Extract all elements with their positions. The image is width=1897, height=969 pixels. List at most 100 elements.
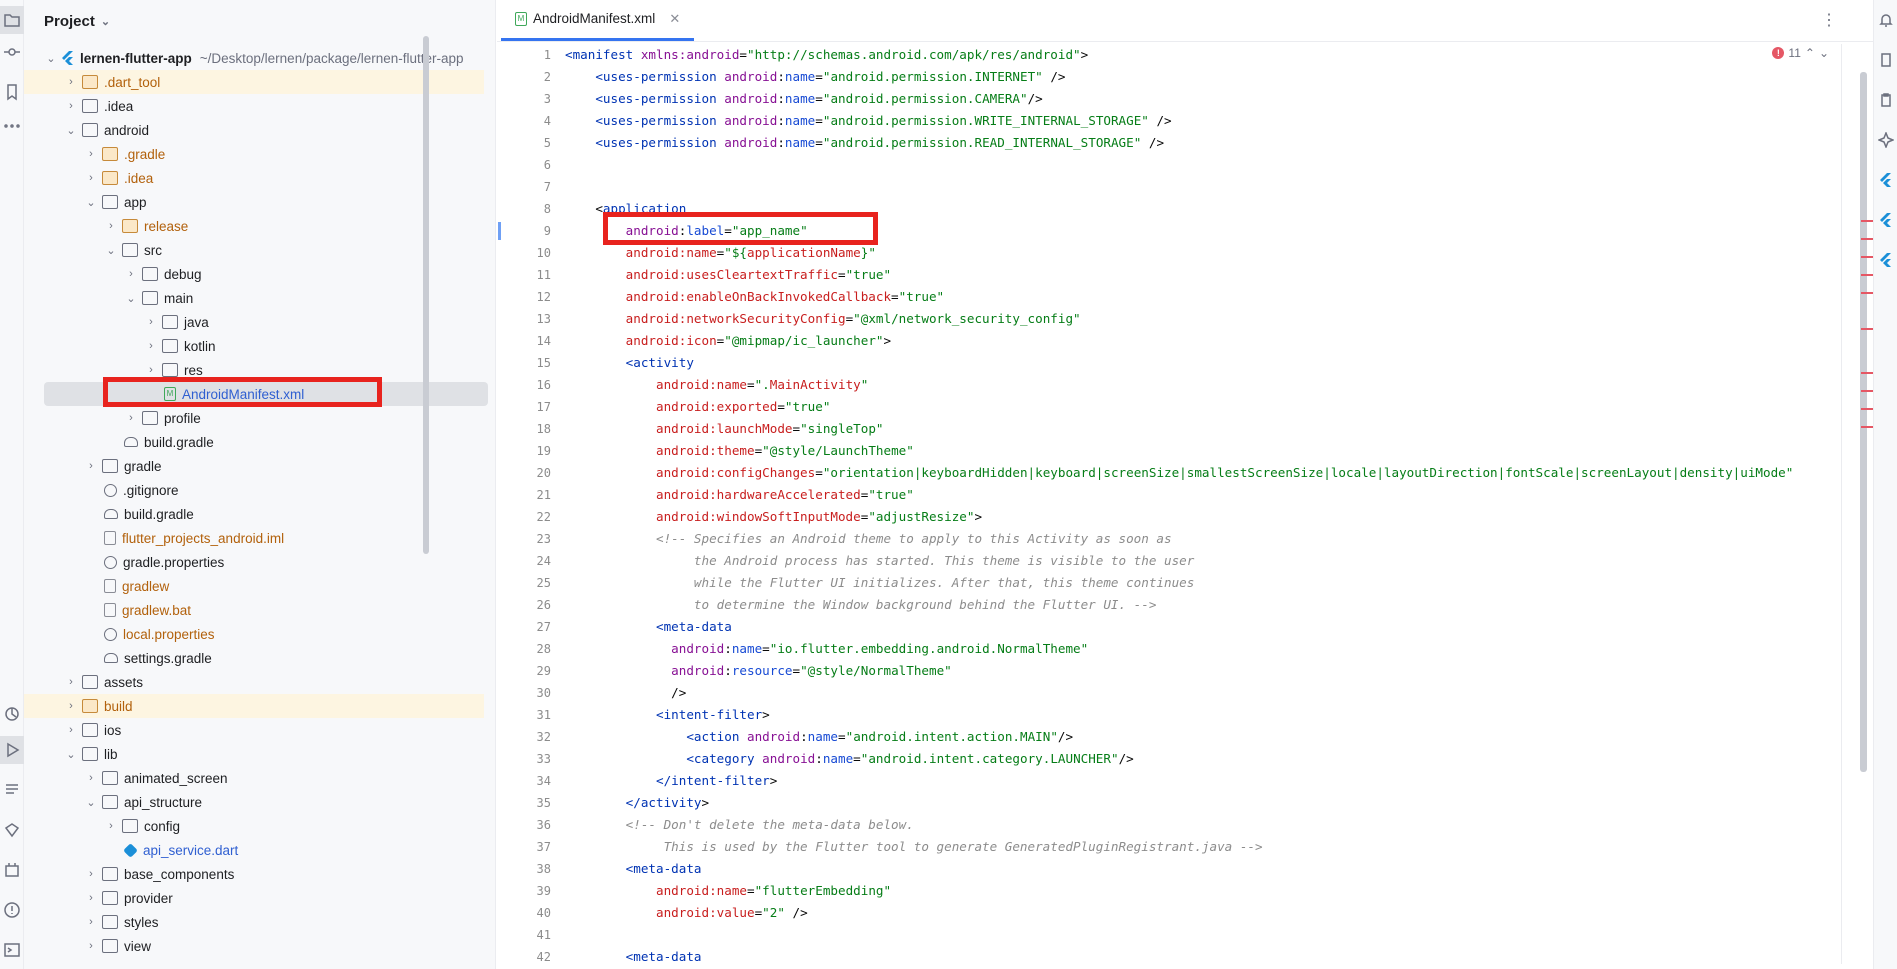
chevron-right-icon[interactable]: › [64,700,78,712]
structure-icon[interactable] [0,776,24,804]
chevron-down-icon[interactable]: ⌄ [44,52,58,65]
tree-item[interactable]: api_service.dart [24,838,484,862]
tree-item[interactable]: local.properties [24,622,484,646]
chevron-right-icon[interactable]: › [84,148,98,160]
tree-item[interactable]: M AndroidManifest.xml [44,382,488,406]
tree-item[interactable]: › config [24,814,484,838]
terminal-icon[interactable] [0,936,24,964]
tree-item[interactable]: › profile [24,406,484,430]
chevron-right-icon[interactable]: › [144,316,158,328]
tree-item[interactable]: ⌄ lib [24,742,484,766]
tree-item[interactable]: › animated_screen [24,766,484,790]
tree-item[interactable]: flutter_projects_android.iml [24,526,484,550]
tree-item[interactable]: › gradle [24,454,484,478]
chevron-right-icon[interactable]: › [84,916,98,928]
tree-item[interactable]: › release [24,214,484,238]
dart-devtools-icon[interactable] [0,816,24,844]
chevron-right-icon[interactable]: › [144,364,158,376]
tree-item[interactable]: build.gradle [24,502,484,526]
tab-androidmanifest[interactable]: M AndroidManifest.xml ✕ [501,0,695,41]
chevron-down-icon[interactable]: ⌄ [84,796,98,809]
chevron-right-icon[interactable]: › [124,268,138,280]
chevron-right-icon[interactable]: › [64,676,78,688]
tree-item[interactable]: › assets [24,670,484,694]
chevron-right-icon[interactable]: › [84,460,98,472]
tree-item[interactable]: › res [24,358,484,382]
tree-item[interactable]: › debug [24,262,484,286]
tree-item[interactable]: › view [24,934,484,958]
chevron-down-icon[interactable]: ⌄ [1819,46,1829,60]
tree-item[interactable]: ⌄ main [24,286,484,310]
tree-item[interactable]: › java [24,310,484,334]
tree-item[interactable]: ⌄ src [24,238,484,262]
tree-item[interactable]: ⌄ api_structure [24,790,484,814]
tree-root[interactable]: ⌄ lernen-flutter-app ~/Desktop/lernen/pa… [24,46,484,70]
chevron-down-icon[interactable]: ⌄ [64,124,78,137]
flutter-inspector-icon[interactable] [0,700,24,728]
tree-item[interactable]: gradlew [24,574,484,598]
problems-icon[interactable] [0,896,24,924]
tree-item[interactable]: › styles [24,910,484,934]
ai-assistant-icon[interactable] [1876,128,1896,152]
tree-item[interactable]: settings.gradle [24,646,484,670]
flutter-inspector-right-icon[interactable] [1876,248,1896,272]
error-stripe-marker[interactable] [1861,220,1873,222]
chevron-right-icon[interactable]: › [84,940,98,952]
chevron-right-icon[interactable]: › [64,76,78,88]
chevron-right-icon[interactable]: › [84,772,98,784]
code-area[interactable]: <manifest xmlns:android="http://schemas.… [565,44,1865,968]
error-stripe-marker[interactable] [1861,292,1873,294]
tree-item[interactable]: .gitignore [24,478,484,502]
chevron-right-icon[interactable]: › [84,172,98,184]
chevron-right-icon[interactable]: › [64,724,78,736]
more-tools-icon[interactable] [0,112,24,140]
tree-item[interactable]: ⌄ android [24,118,484,142]
error-stripe-marker[interactable] [1861,238,1873,240]
logcat-icon[interactable] [0,856,24,884]
notifications-icon[interactable] [1876,8,1896,32]
error-stripe-marker[interactable] [1861,372,1873,374]
tree-item[interactable]: gradle.properties [24,550,484,574]
close-icon[interactable]: ✕ [669,11,680,27]
error-stripe-marker[interactable] [1861,426,1873,428]
error-stripe-marker[interactable] [1861,390,1873,392]
error-stripe-marker[interactable] [1861,328,1873,330]
error-stripe-marker[interactable] [1861,274,1873,276]
tree-item[interactable]: › base_components [24,862,484,886]
tree-item[interactable]: › build [24,694,484,718]
project-scrollbar[interactable] [423,36,429,554]
error-stripe-marker[interactable] [1861,408,1873,410]
tree-item[interactable]: › provider [24,886,484,910]
inspection-widget[interactable]: ! 11 ⌃ ⌄ [1772,46,1829,60]
chevron-right-icon[interactable]: › [144,340,158,352]
project-tool-folder-icon[interactable] [0,6,24,34]
chevron-down-icon[interactable]: ⌄ [104,244,118,257]
chevron-down-icon[interactable]: ⌄ [124,292,138,305]
run-icon[interactable] [0,736,24,764]
chevron-right-icon[interactable]: › [84,892,98,904]
chevron-up-icon[interactable]: ⌃ [1805,46,1815,60]
chevron-down-icon[interactable]: ⌄ [64,748,78,761]
tree-item[interactable]: › .idea [24,94,484,118]
tree-item[interactable]: › .gradle [24,142,484,166]
chevron-right-icon[interactable]: › [64,100,78,112]
tree-item[interactable]: build.gradle [24,430,484,454]
clipboard-icon[interactable] [1876,88,1896,112]
commit-tool-icon[interactable] [0,38,24,66]
flutter-performance-icon[interactable] [1876,208,1896,232]
editor-scrollbar[interactable] [1860,72,1867,772]
more-vertical-icon[interactable]: ⋮ [1821,10,1837,30]
chevron-right-icon[interactable]: › [124,412,138,424]
tree-item[interactable]: › .idea [24,166,484,190]
chevron-right-icon[interactable]: › [104,220,118,232]
tree-item[interactable]: › ios [24,718,484,742]
chevron-right-icon[interactable]: › [104,820,118,832]
chevron-down-icon[interactable]: ⌄ [84,196,98,209]
error-stripe-marker[interactable] [1861,256,1873,258]
tree-item[interactable]: › .dart_tool [24,70,484,94]
bookmarks-icon[interactable] [0,78,24,106]
tree-item[interactable]: gradlew.bat [24,598,484,622]
tree-item[interactable]: ⌄ app [24,190,484,214]
device-manager-icon[interactable] [1876,48,1896,72]
flutter-outline-icon[interactable] [1876,168,1896,192]
